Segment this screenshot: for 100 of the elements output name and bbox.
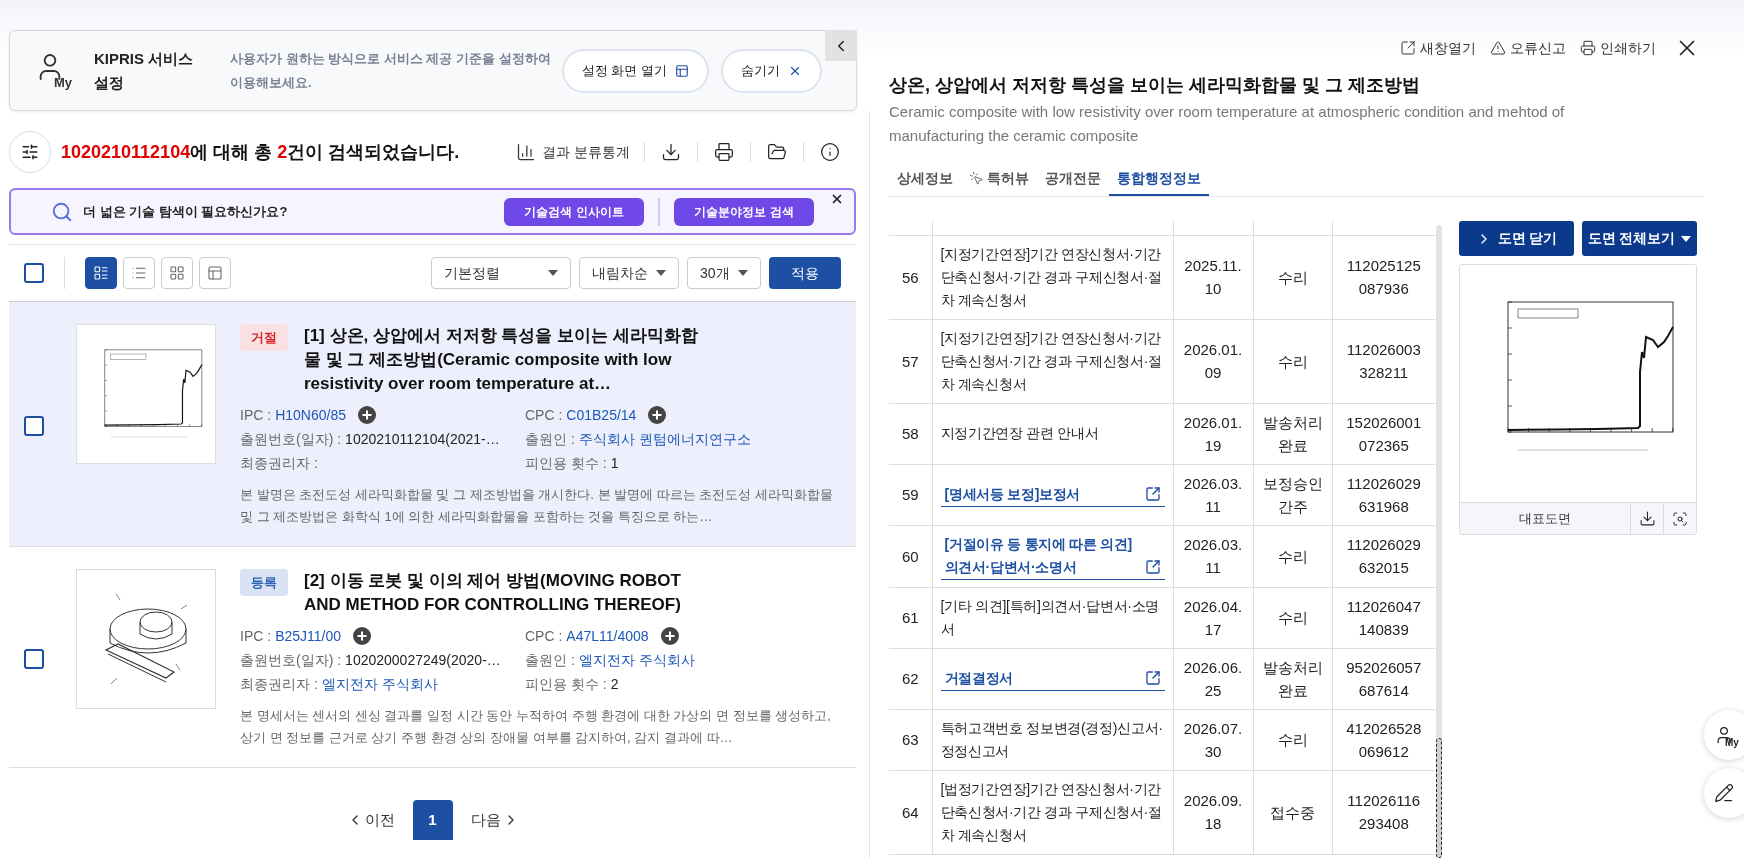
document-cell: [법정기간연장]기간 연장신청서·기간 단축신청서·기간 경과 구제신청서·절차 계속신청서	[932, 770, 1173, 854]
document-link[interactable]: [거절이유 등 통지에 따른 의견]의견서·답변서·소명서	[940, 532, 1165, 580]
row-number-cell: 57	[889, 319, 932, 403]
all-drawings-button[interactable]: 도면 전체보기	[1582, 221, 1697, 256]
sort-dropdown[interactable]: 기본정렬	[431, 257, 571, 289]
row-number-cell: 62	[889, 648, 932, 709]
drawing-caption: 대표도면	[1518, 509, 1572, 528]
field-label: CPC :	[525, 406, 563, 425]
detail-list-icon	[93, 265, 109, 281]
date-cell: 2026.07.30	[1173, 709, 1253, 770]
status-badge: 거절	[240, 324, 288, 351]
plus-icon[interactable]	[353, 627, 372, 645]
status-cell: 발송처리 완료	[1253, 403, 1332, 464]
result-title[interactable]: [2] 이동 로봇 및 이의 제어 방법(MOVING ROBOT AND METHOD FOR CONTROLLING THEREOF)	[304, 569, 714, 617]
select-all-checkbox[interactable]	[24, 263, 44, 283]
plus-icon[interactable]	[660, 627, 679, 645]
info-icon[interactable]	[820, 142, 840, 162]
scrollbar-thumb[interactable]	[1436, 738, 1442, 858]
close-drawing-button[interactable]: 도면 닫기	[1459, 221, 1574, 256]
result-abstract: 본 발명은 초전도성 세라믹화합물 및 그 제조방법을 개시한다. 본 발명에 따르는 초전도성 세라믹화합물 및 그 제조방법은 화학식 1에 의한 세라믹화합물을 포함하는 것을 특징으로 하는…	[240, 486, 834, 526]
date-cell: 2026.06.25	[1173, 648, 1253, 709]
external-link-icon	[1144, 485, 1161, 502]
field-label: 출원인 :	[525, 651, 575, 670]
print-icon	[1580, 40, 1596, 56]
status-cell: 수리	[1253, 587, 1332, 648]
status-cell: 수리	[1253, 235, 1332, 319]
result-checkbox[interactable]	[24, 649, 44, 669]
scrollbar-track[interactable]	[1436, 225, 1442, 858]
result-title[interactable]: [1] 상온, 상압에서 저저항 특성을 보이는 세라믹화합물 및 그 제조방법(Ceramic composite with low resistivity over room temperature at…	[304, 324, 714, 396]
document-cell: 지정기간연장 관련 안내서	[932, 403, 1173, 464]
company-link[interactable]: 엘지전자 주식회사	[578, 649, 695, 671]
receipt-number-cell: 112026003328211	[1332, 319, 1435, 403]
next-page-link[interactable]: 다음	[470, 808, 519, 832]
print-button[interactable]: 인쇄하기	[1580, 37, 1656, 59]
classification-link[interactable]: B25J11/00	[275, 625, 342, 647]
row-number-cell: 63	[889, 709, 932, 770]
date-cell: 2026.03.11	[1173, 525, 1253, 587]
order-dropdown[interactable]: 내림차순	[579, 257, 679, 289]
classification-link[interactable]: C01B25/14	[566, 404, 637, 426]
document-link[interactable]: 거절결정서	[940, 666, 1165, 691]
date-cell: 2026.01.19	[1173, 403, 1253, 464]
result-summary: 1020210112104에 대해 총 2건이 검색되었습니다.	[61, 140, 460, 164]
company-link[interactable]: 엘지전자 주식회사	[321, 673, 438, 695]
open-settings-button[interactable]: 설정 화면 열기	[561, 48, 709, 93]
page-size-dropdown[interactable]: 30개	[687, 257, 761, 289]
patent-thumbnail[interactable]	[76, 569, 216, 709]
detail-tab[interactable]: 특허뷰	[961, 162, 1037, 196]
report-button[interactable]: 오류신고	[1490, 37, 1566, 59]
document-cell: 특허고객번호 정보변경(경정)신고서·정정신고서	[932, 709, 1173, 770]
company-link[interactable]: 주식회사 퀀텀에너지연구소	[578, 428, 751, 450]
page-button[interactable]: 1	[412, 800, 453, 840]
field-label: 피인용 횟수 :	[525, 454, 607, 473]
result-abstract: 본 명세서는 센서의 센싱 결과를 일정 시간 동안 누적하여 주행 환경에 대한 가상의 면 정보를 생성하고, 상기 면 정보를 근거로 상기 주행 환경 상의 장애물 여부를 감지하여, 감지 결과에 따…	[240, 707, 832, 747]
classification-link[interactable]: A47L11/4008	[566, 625, 649, 647]
view-mode-button[interactable]	[85, 257, 117, 289]
print-icon[interactable]	[714, 142, 734, 162]
field-value: 1	[610, 454, 619, 473]
detail-tab[interactable]: 상세정보	[889, 162, 961, 196]
field-value: 1020200027249(2020-…	[345, 651, 501, 670]
receipt-number-cell: 112026029632015	[1332, 525, 1435, 587]
banner-button[interactable]: 기술검색 인사이트	[504, 197, 644, 226]
download-icon[interactable]	[661, 142, 681, 162]
banner-button[interactable]: 기술분야정보 검색	[674, 197, 814, 226]
result-item[interactable]	[9, 302, 856, 547]
field-label: 출원번호(일자) :	[240, 651, 342, 670]
plus-icon[interactable]	[357, 406, 376, 424]
filter-button[interactable]	[9, 131, 51, 173]
status-cell: 수리	[1253, 319, 1332, 403]
result-checkbox[interactable]	[24, 416, 44, 436]
row-number-cell: 64	[889, 770, 932, 854]
new-window-button[interactable]: 새창열기	[1400, 37, 1476, 59]
external-link-icon	[1144, 558, 1161, 575]
detail-tab[interactable]: 통합행정정보	[1109, 162, 1209, 196]
folder-icon[interactable]	[767, 142, 787, 162]
document-link[interactable]: [명세서등 보정]보정서	[940, 482, 1165, 507]
status-cell: 보정승인 간주	[1253, 464, 1332, 525]
hide-button[interactable]: 숨기기	[721, 48, 822, 93]
edit-button[interactable]	[1704, 768, 1744, 818]
classification-link[interactable]: H10N60/85	[275, 404, 346, 426]
date-cell: 2026.09.18	[1173, 770, 1253, 854]
apply-button[interactable]: 적용	[769, 257, 841, 289]
field-label: IPC :	[240, 406, 272, 425]
my-page-button[interactable]: My	[1704, 710, 1744, 760]
stats-button[interactable]: 결과 분류통계	[516, 141, 630, 163]
my-label: My	[1725, 736, 1739, 750]
list-icon	[131, 265, 147, 281]
document-cell: [기타 의견][특허]의견서·답변서·소명서	[932, 587, 1173, 648]
search-chart-icon	[51, 200, 73, 223]
field-label: CPC :	[525, 627, 563, 646]
date-cell: 2025.11.10	[1173, 235, 1253, 319]
receipt-number-cell: 112026116293408	[1332, 770, 1435, 854]
detail-tab[interactable]: 공개전문	[1037, 162, 1109, 196]
previous-page-link[interactable]: 이전	[346, 808, 395, 832]
date-cell: 2026.01.09	[1173, 319, 1253, 403]
document-cell: [지정기간연장]기간 연장신청서·기간 단축신청서·기간 경과 구제신청서·절차 계속신청서	[932, 319, 1173, 403]
patent-thumbnail[interactable]	[76, 324, 216, 464]
warning-icon	[1490, 40, 1506, 56]
status-cell: 접수중	[1253, 770, 1332, 854]
plus-icon[interactable]	[648, 406, 667, 424]
external-link-icon	[1400, 40, 1416, 56]
